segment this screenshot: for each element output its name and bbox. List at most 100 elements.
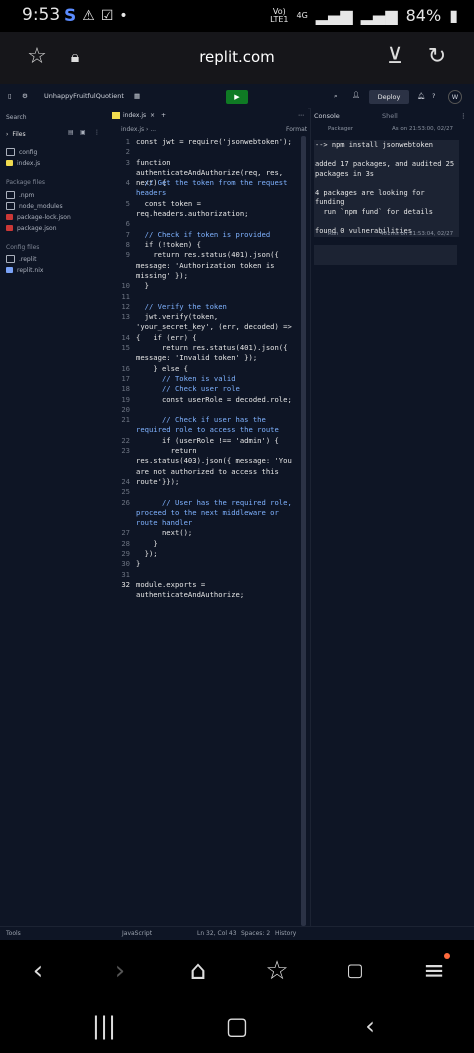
project-name[interactable]: UnhappyFruitfulQuotient [44,92,124,100]
menu-icon[interactable]: ≡ [416,955,452,987]
bookmarks-icon[interactable]: ☆ [259,955,295,987]
code-line[interactable]: } else { [136,364,296,374]
code-line[interactable]: } [136,477,296,487]
line-number: 22 [121,435,130,445]
help-icon[interactable]: ? [432,92,435,100]
file-sidebar: Search › Files ▤ ▣ ⋮ config index.js Pac… [0,108,109,926]
more-icon[interactable]: ⋮ [460,112,467,120]
code-line[interactable]: // Check if token is provided [136,230,296,240]
sidebar-item-index[interactable]: index.js [6,158,40,168]
sidebar-toggle-icon[interactable]: ▯ [8,92,12,100]
code-line[interactable]: // Check user role [136,384,296,394]
code-line[interactable]: return res.status(401).json({ message: '… [136,250,296,281]
status-time: 9:53 [22,5,61,25]
editor-scrollbar[interactable] [301,136,306,926]
code-line[interactable]: }); [136,549,296,559]
code-line[interactable]: // Verify the token [136,302,296,312]
code-line[interactable]: const token = req.headers.authorization; [136,199,296,220]
search-field[interactable]: Search [6,112,27,122]
download-icon[interactable]: ⊻ [382,44,408,70]
sidebar-item-npm[interactable]: .npm [6,190,34,200]
code-line[interactable]: module.exports = authenticateAndAuthoriz… [136,580,296,601]
back-nav-icon[interactable]: ‹ [350,1010,390,1042]
tabs-icon[interactable]: ▢ [337,955,373,987]
tab-console[interactable]: Console [314,112,340,120]
app-s-icon: S [64,6,77,26]
code-line[interactable]: next(); [136,528,296,538]
line-number: 27 [121,528,130,538]
code-line[interactable]: if (userRole !== 'admin') { [136,436,296,446]
cursor-position[interactable]: Ln 32, Col 43 [197,930,237,937]
sidebar-item-package-json[interactable]: package.json [6,223,57,233]
code-line[interactable]: if (err) { [136,333,296,343]
line-number: 25 [121,487,130,497]
history-button[interactable]: History [275,930,296,937]
console-line: 4 packages are looking for funding [315,188,429,207]
package-files-header: Package files [6,178,46,186]
npm-file-icon [6,225,13,231]
line-number: 8 [125,240,130,249]
tab-shell[interactable]: Shell [382,112,398,120]
add-tab-icon[interactable]: + [161,112,166,119]
line-number: 16 [121,363,130,373]
nix-file-icon [6,267,13,273]
format-button[interactable]: Format [286,126,307,133]
npm-file-icon [6,214,13,220]
close-icon[interactable]: × [150,112,155,119]
layout-icon[interactable]: ▦ [134,92,140,100]
line-number: 5 [125,198,130,208]
code-line[interactable]: } [136,559,296,569]
console-tabs: Console Shell ⋮ [310,110,474,122]
files-header: › Files [6,130,26,138]
sidebar-item-node-modules[interactable]: node_modules [6,201,63,211]
notification-icon[interactable]: 🔔︎ [417,92,425,100]
invite-icon[interactable]: 👤︎ [352,91,360,99]
code-line[interactable]: } [136,539,296,549]
more-icon[interactable]: ⋮ [94,129,100,136]
home-button-icon[interactable]: ▢ [217,1010,257,1042]
reload-icon[interactable]: ↻ [424,44,450,70]
sidebar-item-package-lock[interactable]: package-lock.json [6,212,71,222]
run-button[interactable]: ▶ [226,90,248,104]
line-number: 18 [121,384,130,394]
code-line[interactable]: // Get the token from the request header… [136,178,296,199]
sidebar-item-replit-nix[interactable]: replit.nix [6,265,43,275]
battery-level: 84% [405,6,442,25]
volte-indicator: Vo) LTE1 [270,6,289,24]
console-line: run `npm fund` for details [315,207,434,216]
deploy-button[interactable]: Deploy [369,90,409,104]
avatar[interactable]: W [448,90,462,104]
code-line[interactable]: // Check if user has the required role t… [136,415,296,436]
code-line[interactable]: const userRole = decoded.role; [136,395,296,405]
forward-icon[interactable]: › [102,955,138,987]
spaces-indicator[interactable]: Spaces: 2 [241,930,270,937]
browser-nav [0,940,474,1002]
signal-icon: ▂▄▆ [315,6,353,25]
code-line[interactable]: } [136,281,296,291]
search-icon[interactable]: ⌕ [334,92,338,101]
language-indicator[interactable]: JavaScript [122,930,152,937]
folder-icon [6,202,15,210]
home-icon[interactable]: ⌂ [180,955,216,987]
new-file-icon[interactable]: ▤ [68,129,74,136]
editor-tabs: index.js × + ⋯ [108,110,308,122]
code-line[interactable]: // User has the required role, proceed t… [136,498,296,529]
back-icon[interactable]: ‹ [20,955,56,987]
tools-button[interactable]: Tools [6,930,21,937]
folder-icon [6,191,15,199]
tab-index-js[interactable]: index.js [123,112,146,119]
code-line[interactable]: const jwt = require('jsonwebtoken'); [136,137,296,147]
sidebar-item-replit[interactable]: .replit [6,254,36,264]
code-line[interactable]: return res.status(401).json({ message: '… [136,343,296,364]
sidebar-item-config[interactable]: config [6,147,37,157]
code-line[interactable]: // Token is valid [136,374,296,384]
chevron-down-icon[interactable]: › [6,131,8,138]
recents-icon[interactable]: ||| [84,1010,124,1042]
code-line[interactable]: if (!token) { [136,240,296,250]
breadcrumb: index.js › ... Format [121,126,308,133]
more-icon[interactable]: ⋯ [298,112,304,119]
battery-icon: ▮ [449,6,458,25]
new-folder-icon[interactable]: ▣ [80,129,86,136]
